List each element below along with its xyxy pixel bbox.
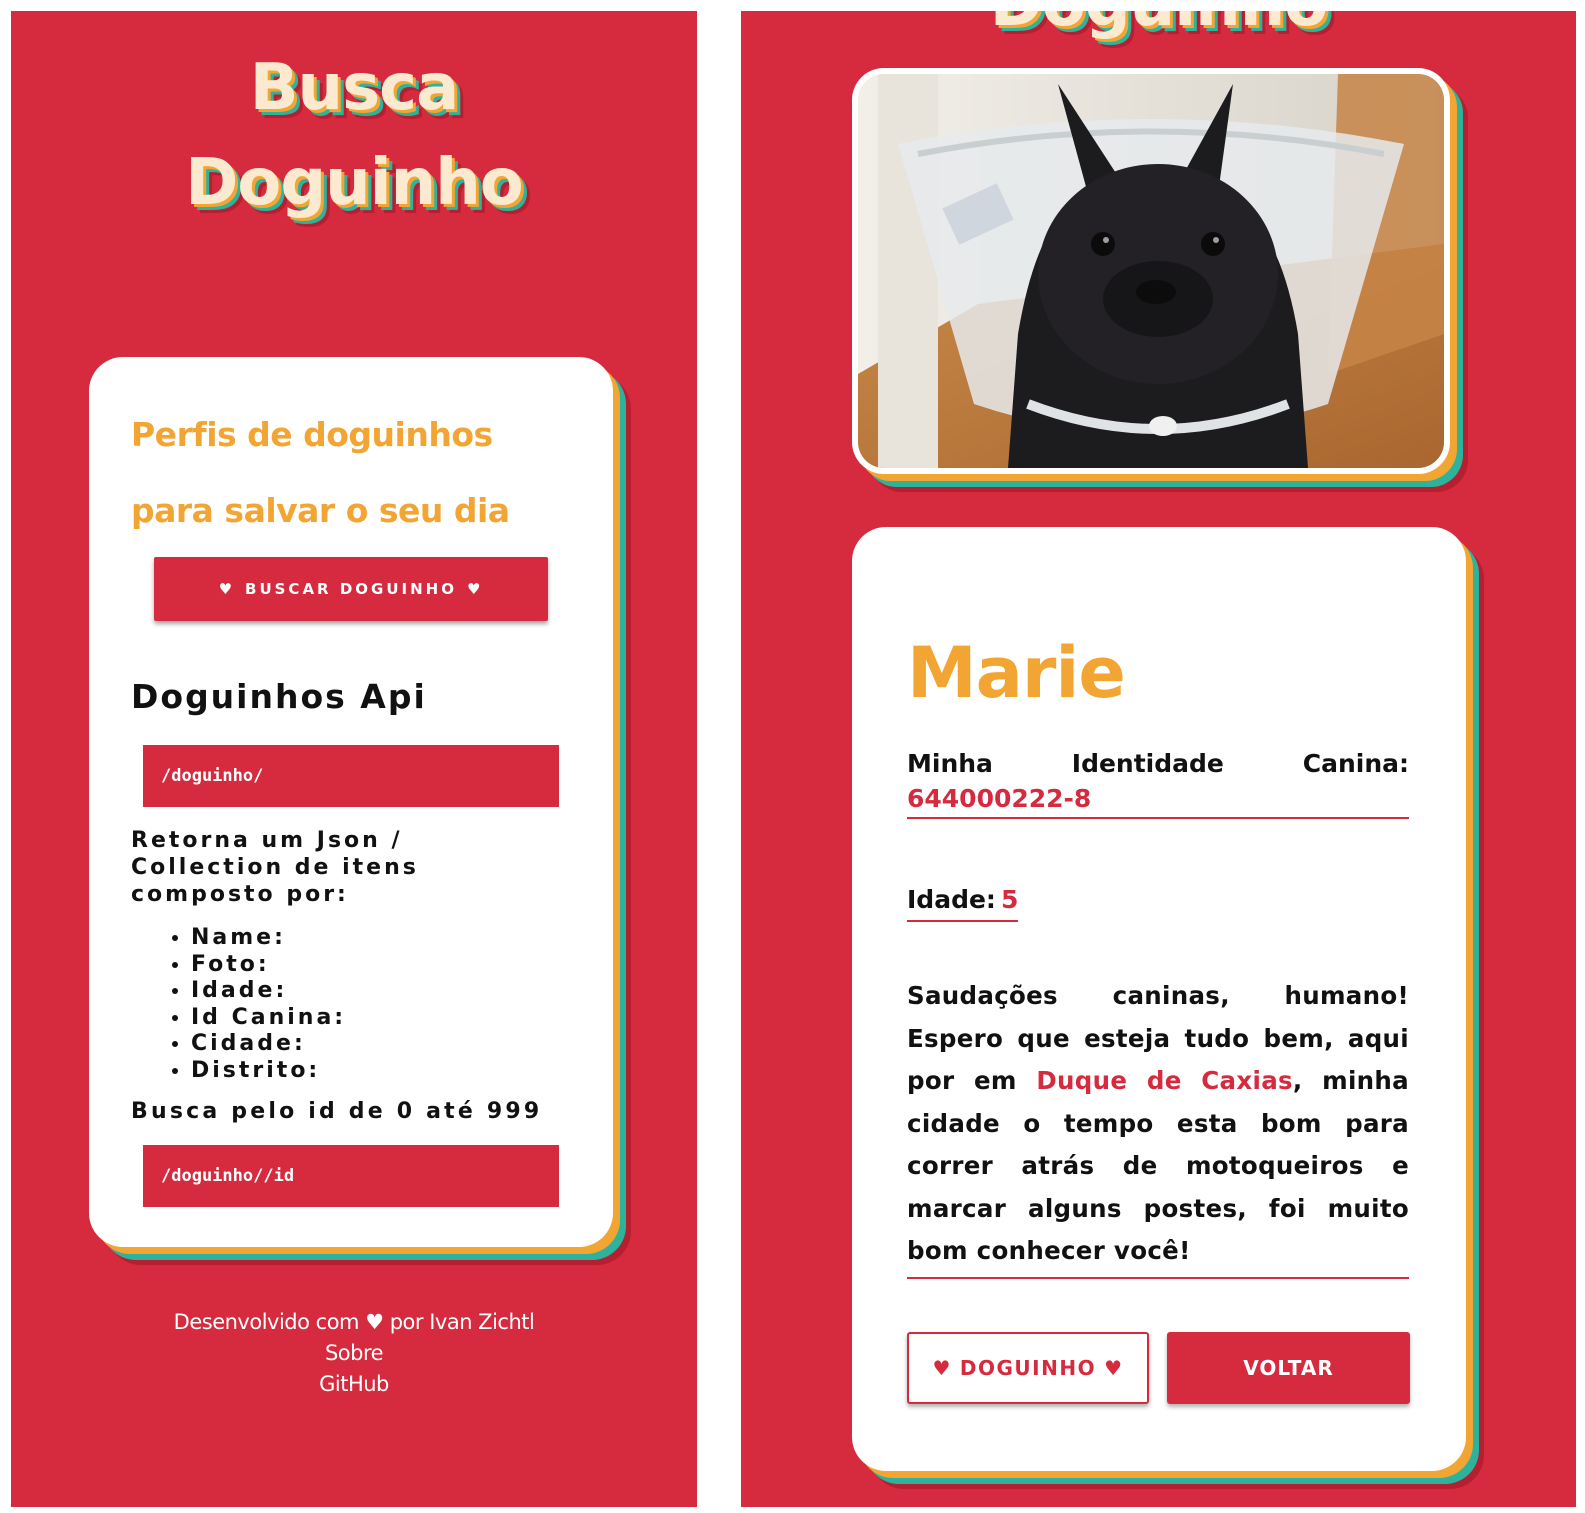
dog-bio: Saudações caninas, humano! Espero que es… [907, 975, 1409, 1279]
about-link[interactable]: Sobre [11, 1338, 697, 1369]
endpoint-id-code: /doguinho//id [143, 1145, 559, 1207]
endpoint-list-code: /doguinho/ [143, 745, 559, 807]
left-screen: Busca Doguinho Perfis de doguinhos para … [11, 11, 697, 1507]
canine-id-section: Minha Identidade Canina: 644000222-8 [907, 749, 1409, 819]
app-title-doguinho: Doguinho [185, 146, 524, 220]
search-dog-button[interactable]: ♥ BUSCAR DOGUINHO ♥ [154, 557, 548, 621]
footer-author: por Ivan Zichtl [389, 1310, 535, 1334]
dog-profile-card: Marie Minha Identidade Canina: 644000222… [852, 527, 1466, 1471]
another-dog-button-label: DOGUINHO [959, 1356, 1097, 1380]
bio-city: Duque de Caxias [1036, 1066, 1293, 1095]
id-label-word: Canina: [1302, 749, 1409, 778]
github-link[interactable]: GitHub [11, 1369, 697, 1400]
id-label-word: Identidade [1071, 749, 1224, 778]
api-info-card: Perfis de doguinhos para salvar o seu di… [89, 357, 613, 1247]
list-item: Name: [191, 925, 346, 952]
search-by-id-text: Busca pelo id de 0 até 999 [131, 1099, 543, 1124]
footer: Desenvolvido com ♥ por Ivan Zichtl Sobre… [11, 1307, 697, 1400]
another-dog-button[interactable]: ♥ DOGUINHO ♥ [907, 1332, 1149, 1404]
api-title: Doguinhos Api [131, 677, 427, 716]
heart-icon: ♥ [1104, 1356, 1124, 1380]
id-label-word: Minha [907, 749, 993, 778]
canine-id-value: 644000222-8 [907, 784, 1409, 819]
heart-icon: ♥ [218, 580, 236, 598]
heart-icon: ♥ [466, 580, 484, 598]
app-title-partial: Doguinho [741, 11, 1576, 41]
api-description: Retorna um Json / Collection de itens co… [131, 828, 419, 907]
right-screen: Doguinho [741, 11, 1576, 1507]
tagline: Perfis de doguinhos para salvar o seu di… [131, 415, 510, 530]
canine-id-label: Minha Identidade Canina: [907, 749, 1409, 778]
age-section: Idade: 5 [907, 885, 1019, 922]
api-fields-list: Name: Foto: Idade: Id Canina: Cidade: Di… [161, 925, 346, 1084]
list-item: Foto: [191, 952, 346, 979]
list-item: Idade: [191, 978, 346, 1005]
list-item: Id Canina: [191, 1005, 346, 1032]
footer-credit: Desenvolvido com ♥ por Ivan Zichtl [11, 1307, 697, 1338]
back-button[interactable]: VOLTAR [1167, 1332, 1410, 1404]
french-bulldog-photo-icon [858, 74, 1444, 468]
dog-name: Marie [907, 632, 1126, 714]
search-dog-button-label: BUSCAR DOGUINHO [245, 580, 457, 598]
heart-icon: ♥ [932, 1356, 952, 1380]
dog-photo [858, 74, 1444, 468]
bio-text: , minha cidade o tempo esta bom para cor… [907, 1066, 1409, 1265]
heart-icon: ♥ [365, 1310, 384, 1334]
list-item: Distrito: [191, 1058, 346, 1085]
age-value: 5 [1001, 885, 1019, 914]
footer-prefix: Desenvolvido com [173, 1310, 360, 1334]
age-label: Idade: [907, 885, 996, 914]
dog-photo-card [852, 68, 1450, 474]
list-item: Cidade: [191, 1031, 346, 1058]
app-title-busca: Busca [249, 51, 460, 125]
